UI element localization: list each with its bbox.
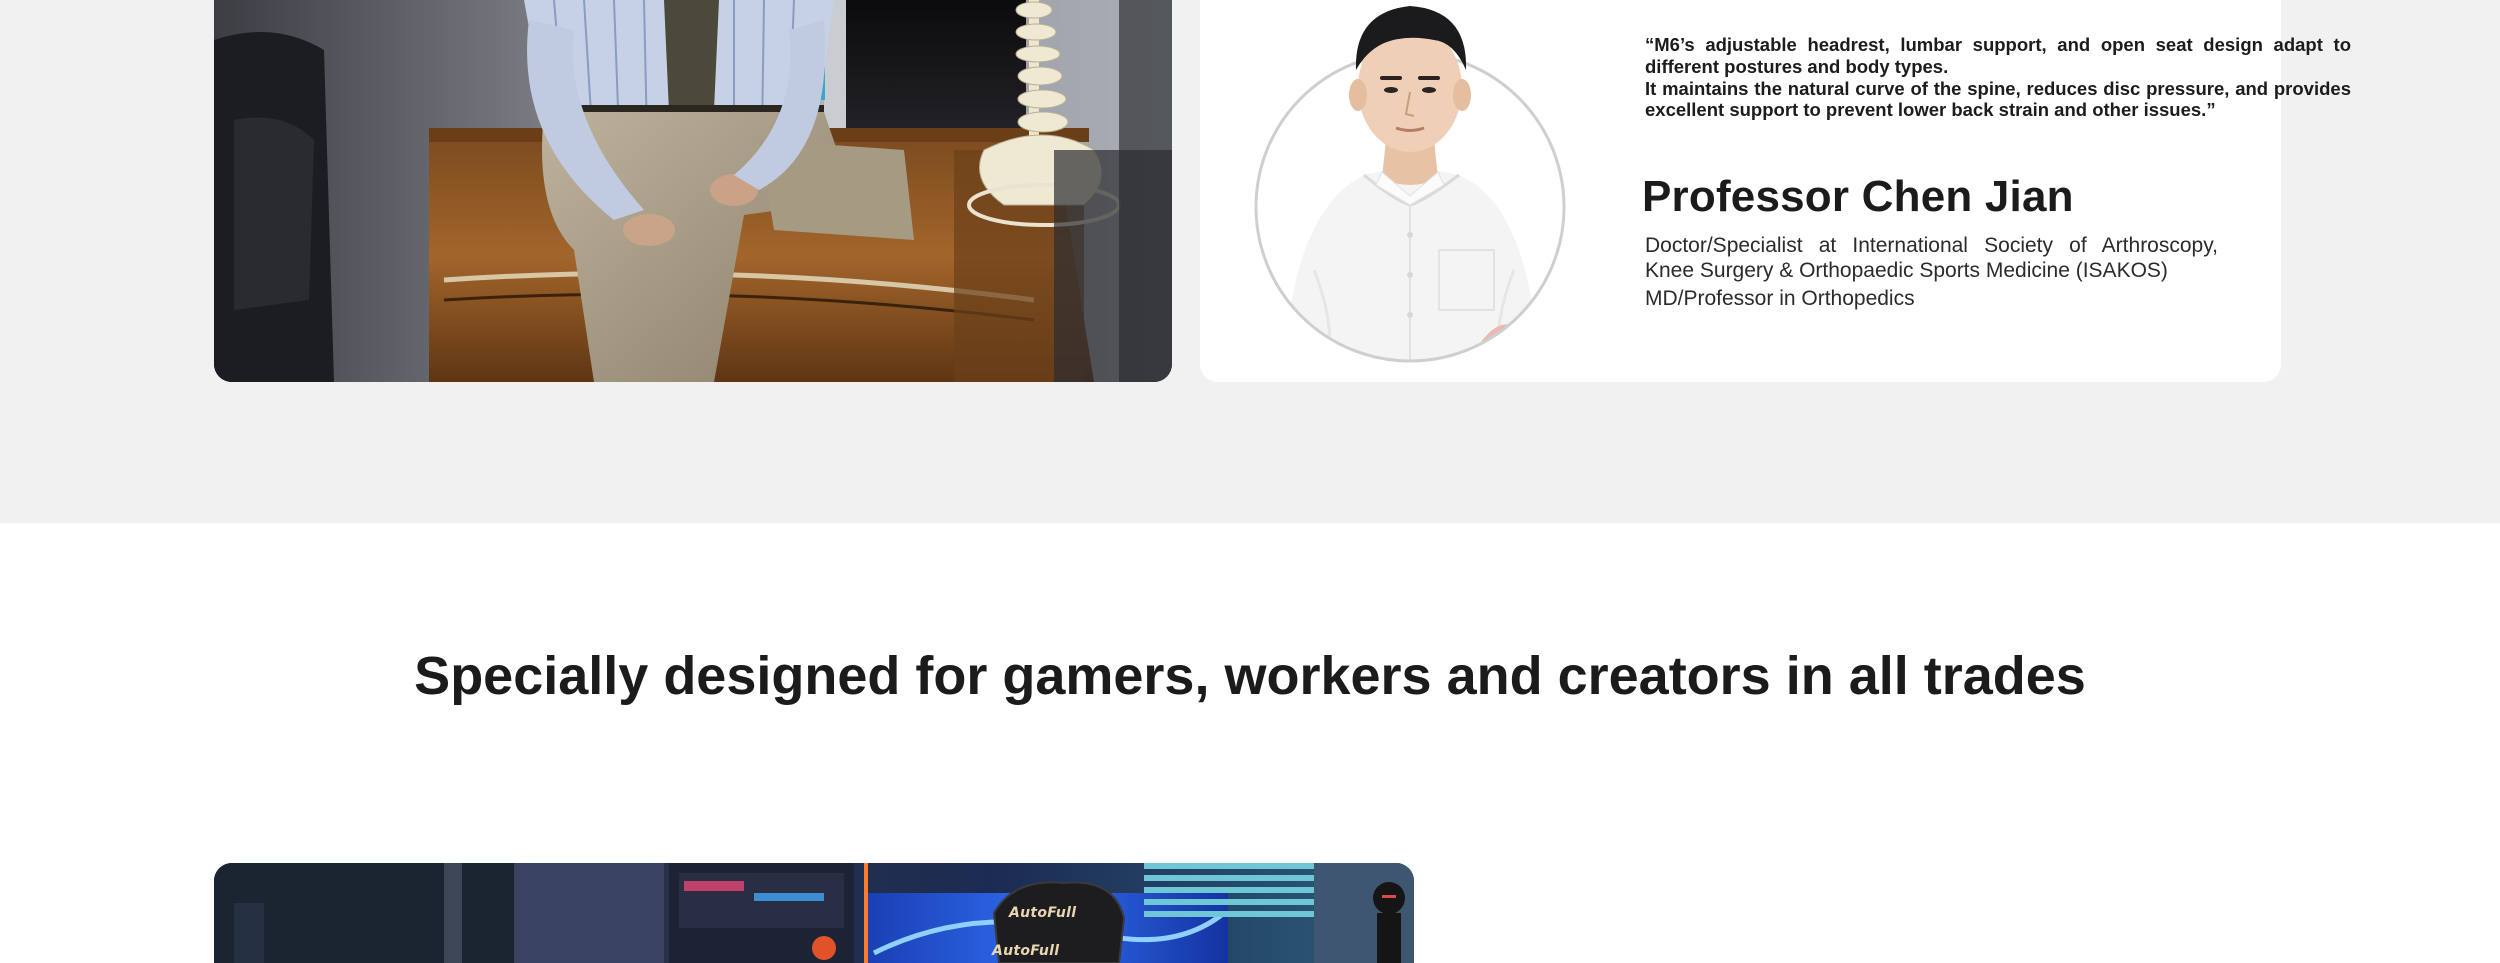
quote-line: It maintains the natural curve of the sp… <box>1645 77 2351 121</box>
chair-brand-logo: AutoFull <box>1009 905 1077 921</box>
testimonial-section: “M6’s adjustable headrest, lumbar suppor… <box>0 0 2500 523</box>
doctor-photo <box>214 0 1172 382</box>
professor-avatar <box>1254 0 1572 364</box>
section-heading: Specially designed for gamers, workers a… <box>414 646 2086 706</box>
credential-line: Doctor/Specialist at International Socie… <box>1645 234 2218 282</box>
testimonial-quote: “M6’s adjustable headrest, lumbar suppor… <box>1645 34 2351 121</box>
professor-credentials: Doctor/Specialist at International Socie… <box>1645 234 2218 312</box>
professor-name: Professor Chen Jian <box>1642 172 2074 221</box>
quote-line: “M6’s adjustable headrest, lumbar suppor… <box>1645 34 2351 77</box>
credential-line: MD/Professor in Orthopedics <box>1645 287 1915 311</box>
chair-brand-logo: AutoFull <box>992 943 1060 959</box>
testimonial-card: “M6’s adjustable headrest, lumbar suppor… <box>1200 0 2351 382</box>
doctor-photo-image <box>214 0 1172 382</box>
gaming-setup-photo: AutoFull AutoFull <box>214 863 1414 963</box>
